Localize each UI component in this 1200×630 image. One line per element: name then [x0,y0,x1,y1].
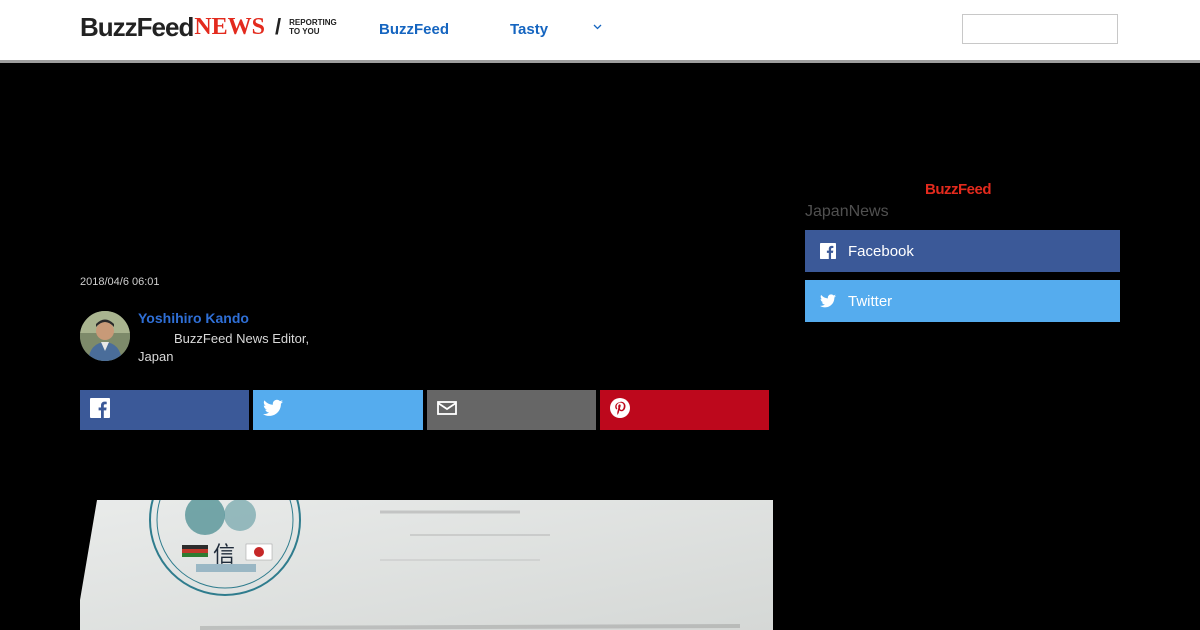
logo-tagline-line1: REPORTING [289,18,337,27]
nav-link-tasty[interactable]: Tasty [510,21,548,38]
logo-tagline-line2: TO YOU [289,27,320,36]
share-twitter-button[interactable] [253,390,423,430]
share-pinterest-button[interactable] [600,390,769,430]
follow-facebook-label: Facebook [848,242,914,260]
twitter-icon [820,293,836,309]
facebook-icon [90,397,110,423]
share-facebook-button[interactable] [80,390,249,430]
logo-tagline: REPORTING TO YOU [289,18,349,36]
follow-twitter-label: Twitter [848,292,893,310]
author-name[interactable]: Yoshihiro Kando [138,310,249,326]
nav-link-buzzfeed[interactable]: BuzzFeed [379,21,449,38]
follow-facebook-button[interactable]: Facebook [805,230,1120,272]
logo-slash: / [275,14,282,39]
follow-twitter-button[interactable]: Twitter [805,280,1120,322]
site-header: BuzzFeed NEWS / REPORTING TO YOU BuzzFee… [0,0,1200,63]
chevron-down-icon[interactable] [593,22,602,33]
email-icon [437,400,457,421]
facebook-icon [820,243,836,259]
pinterest-icon [610,397,630,423]
sidebar-buzzfeed-logo[interactable]: BuzzFeed [925,181,992,198]
logo-buzzfeed-text: BuzzFeed [80,11,194,42]
article-image: 信 [80,500,773,630]
article-timestamp: 2018/04/6 06:01 [80,276,160,288]
search-input[interactable] [962,14,1118,44]
sidebar-label-japannews: JapanNews [805,203,889,220]
author-avatar[interactable] [80,311,130,361]
author-title: BuzzFeed News Editor, Japan [138,331,310,364]
logo-news-text: NEWS [194,13,266,40]
share-email-button[interactable] [427,390,596,430]
buzzfeed-news-logo[interactable]: BuzzFeed NEWS / REPORTING TO YOU [80,12,349,42]
twitter-icon [263,399,283,422]
